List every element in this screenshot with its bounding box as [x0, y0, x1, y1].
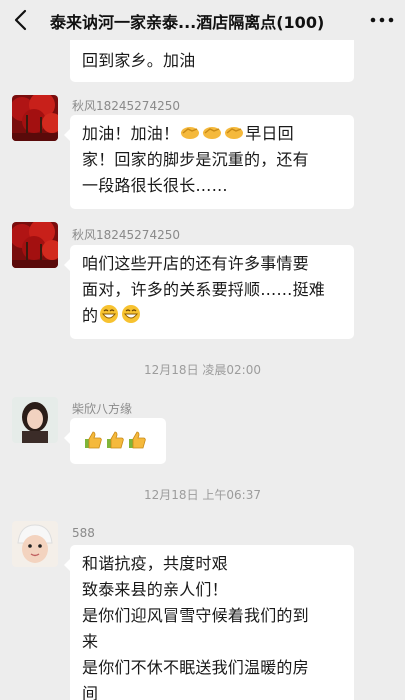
handshake-emoji: [225, 127, 244, 139]
message-bubble[interactable]: 加油！加油！ 早日回 家！回家的脚步是沉重的，还有 一段路很长很长……: [64, 115, 354, 209]
timestamp: 12月18日 上午06:37: [144, 488, 261, 502]
handshake-emoji: [203, 127, 222, 139]
thumbs-up-emoji: [107, 431, 124, 449]
avatar[interactable]: [12, 95, 58, 141]
top-bar: 泰来讷河一家亲泰...酒店隔离点(100): [0, 0, 405, 40]
message-text: 面对，许多的关系要捋顺……挺难: [82, 280, 326, 299]
message-bubble[interactable]: [64, 418, 166, 464]
timestamp: 12月18日 凌晨02:00: [144, 363, 261, 377]
chat-title[interactable]: 泰来讷河一家亲泰...酒店隔离点(100): [50, 9, 356, 33]
avatar[interactable]: [12, 521, 58, 567]
message-text: 加油！加油！: [82, 124, 180, 143]
handshake-emoji: [181, 127, 200, 139]
sender-name: 秋风18245274250: [72, 99, 180, 113]
message-text: 是你们迎风冒雪守候着我们的到: [82, 606, 309, 625]
child-portrait-avatar-image: [12, 521, 58, 567]
message-bubble[interactable]: 咱们这些开店的还有许多事情要 面对，许多的关系要捋顺……挺难 的: [64, 245, 354, 339]
message-bubble[interactable]: 回到家乡。加油: [70, 38, 354, 82]
thumbs-up-emoji: [85, 431, 102, 449]
message-text: 和谐抗疫，共度时艰: [82, 554, 228, 573]
message-text: 来: [82, 632, 99, 651]
message-text: 早日回: [245, 124, 294, 143]
woman-portrait-avatar-image: [12, 397, 58, 443]
autumn-trees-avatar-image: [12, 222, 58, 268]
message-text: 家！回家的脚步是沉重的，还有: [82, 150, 309, 169]
message-text: 是你们不休不眠送我们温暖的房: [82, 658, 309, 677]
thumbs-up-emoji: [129, 431, 146, 449]
avatar[interactable]: [12, 222, 58, 268]
more-dots-icon[interactable]: [369, 10, 395, 30]
message-text: 一段路很长很长……: [82, 176, 228, 195]
avatar[interactable]: [12, 397, 58, 443]
back-chevron-icon[interactable]: [10, 8, 34, 32]
message-text: 间: [82, 684, 99, 700]
sender-name: 柴欣八方缘: [72, 402, 133, 416]
autumn-trees-avatar-image: [12, 95, 58, 141]
message-text: 咱们这些开店的还有许多事情要: [82, 254, 309, 273]
sender-name: 秋风18245274250: [72, 228, 180, 242]
message-text: 回到家乡。加油: [82, 51, 196, 70]
message-text: 致泰来县的亲人们！: [82, 580, 228, 599]
grinning-emoji: [122, 305, 141, 323]
message-bubble[interactable]: 和谐抗疫，共度时艰 致泰来县的亲人们！ 是你们迎风冒雪守候着我们的到 来 是你们…: [64, 545, 354, 700]
sender-name: 588: [72, 526, 95, 540]
grinning-emoji: [100, 305, 119, 323]
message-text: 的: [82, 306, 99, 325]
